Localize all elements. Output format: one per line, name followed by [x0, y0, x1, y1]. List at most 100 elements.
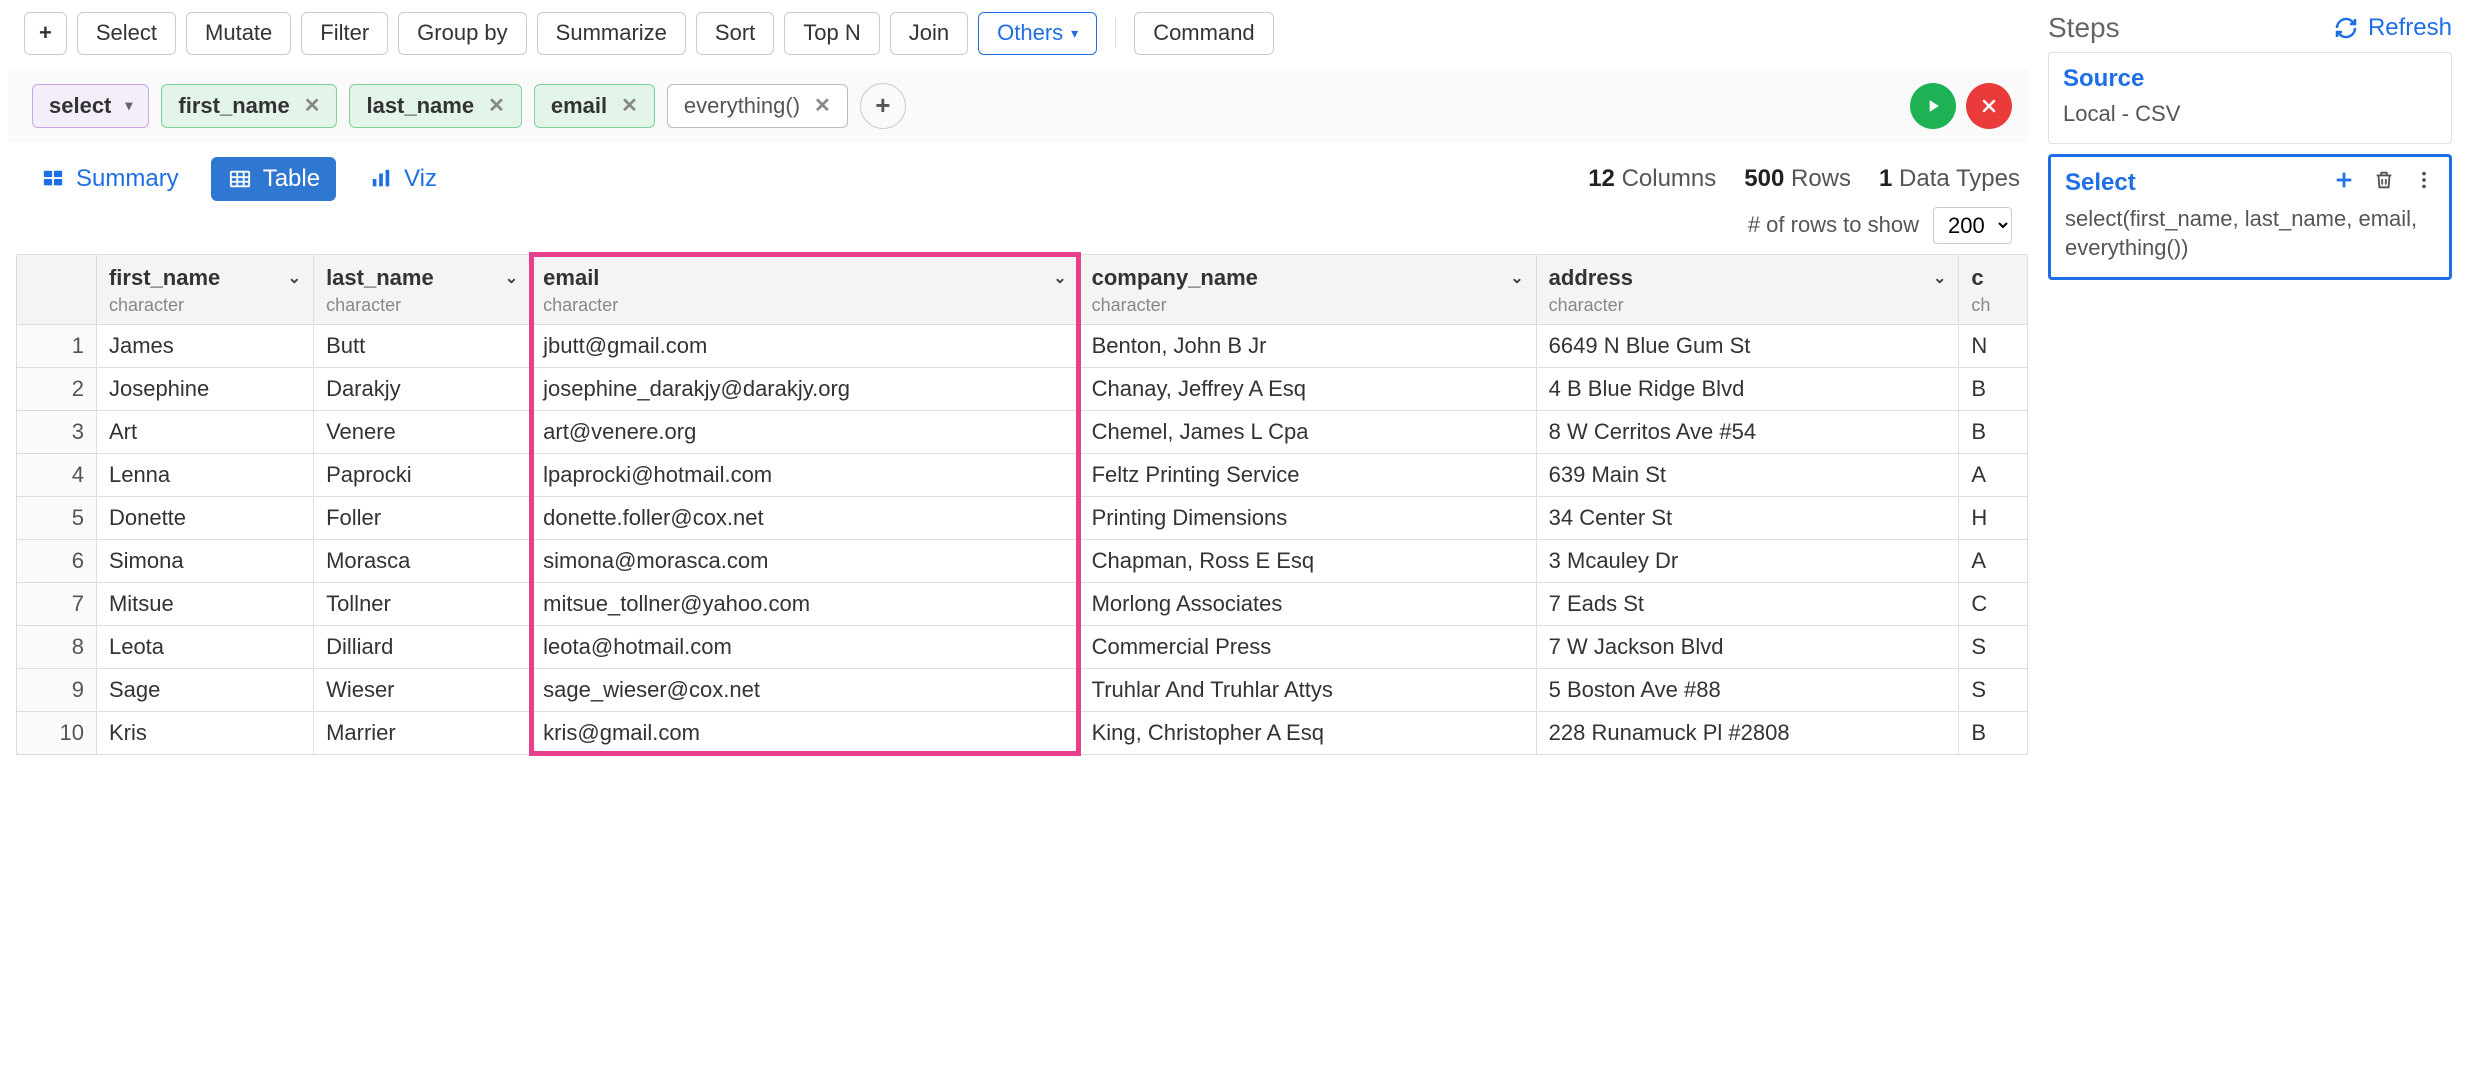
sort-button[interactable]: Sort [696, 12, 774, 55]
col-header-address[interactable]: address⌄ character [1536, 254, 1959, 324]
remove-icon[interactable]: ✕ [304, 93, 321, 118]
table-row: 6SimonaMorascasimona@morasca.comChapman,… [17, 539, 2028, 582]
cell-city: N [1959, 324, 2028, 367]
top-n-button[interactable]: Top N [784, 12, 879, 55]
remove-icon[interactable]: ✕ [814, 93, 831, 118]
chevron-down-icon[interactable]: ⌄ [1053, 268, 1066, 288]
refresh-label: Refresh [2368, 14, 2452, 42]
row-number: 8 [17, 625, 97, 668]
cell-first-name: Josephine [96, 367, 313, 410]
cell-company: Commercial Press [1079, 625, 1536, 668]
run-button[interactable] [1910, 83, 1956, 129]
row-number: 2 [17, 367, 97, 410]
verb-pill[interactable]: select ▾ [32, 84, 149, 128]
add-icon[interactable] [2333, 169, 2355, 198]
group-by-button[interactable]: Group by [398, 12, 527, 55]
cell-last-name: Marrier [314, 711, 531, 754]
table-row: 5DonetteFollerdonette.foller@cox.netPrin… [17, 496, 2028, 539]
chevron-down-icon[interactable]: ⌄ [505, 268, 518, 288]
step-select[interactable]: Select select(first_name, last_name, ema… [2048, 154, 2452, 280]
cell-first-name: Lenna [96, 453, 313, 496]
summarize-button[interactable]: Summarize [537, 12, 686, 55]
table-icon [227, 168, 253, 190]
step-subtitle: Local - CSV [2063, 99, 2437, 129]
cell-email: sage_wieser@cox.net [531, 668, 1079, 711]
add-step-button[interactable]: + [24, 12, 67, 55]
tab-viz[interactable]: Viz [352, 157, 453, 201]
cell-last-name: Paprocki [314, 453, 531, 496]
cell-city: B [1959, 367, 2028, 410]
remove-icon[interactable]: ✕ [488, 93, 505, 118]
others-dropdown[interactable]: Others ▾ [978, 12, 1097, 55]
cell-email: art@venere.org [531, 410, 1079, 453]
tab-label: Summary [76, 165, 179, 193]
mutate-button[interactable]: Mutate [186, 12, 291, 55]
cell-email: simona@morasca.com [531, 539, 1079, 582]
step-source[interactable]: Source Local - CSV [2048, 52, 2452, 144]
table-row: 4LennaPaprockilpaprocki@hotmail.comFeltz… [17, 453, 2028, 496]
rows-to-show-select[interactable]: 200 [1933, 207, 2012, 244]
cell-company: Feltz Printing Service [1079, 453, 1536, 496]
col-header-first-name[interactable]: first_name⌄ character [96, 254, 313, 324]
tab-summary[interactable]: Summary [24, 157, 195, 201]
tab-label: Table [263, 165, 320, 193]
cell-last-name: Foller [314, 496, 531, 539]
step-title-label: Select [2065, 169, 2136, 197]
row-number: 9 [17, 668, 97, 711]
table-row: 1JamesButtjbutt@gmail.comBenton, John B … [17, 324, 2028, 367]
cell-address: 7 Eads St [1536, 582, 1959, 625]
col-type: character [326, 295, 518, 316]
select-button[interactable]: Select [77, 12, 176, 55]
column-pill-email[interactable]: email ✕ [534, 84, 655, 128]
col-header-city-truncated[interactable]: c ch [1959, 254, 2028, 324]
cell-first-name: Mitsue [96, 582, 313, 625]
others-label: Others [997, 19, 1063, 48]
cell-city: S [1959, 625, 2028, 668]
join-button[interactable]: Join [890, 12, 968, 55]
cell-address: 5 Boston Ave #88 [1536, 668, 1959, 711]
cell-company: Chapman, Ross E Esq [1079, 539, 1536, 582]
cell-city: A [1959, 539, 2028, 582]
row-number: 3 [17, 410, 97, 453]
col-type: ch [1971, 295, 2015, 316]
cell-first-name: James [96, 324, 313, 367]
cell-company: Benton, John B Jr [1079, 324, 1536, 367]
filter-button[interactable]: Filter [301, 12, 388, 55]
refresh-icon [2334, 16, 2358, 40]
table-row: 2JosephineDarakjyjosephine_darakjy@darak… [17, 367, 2028, 410]
cell-city: H [1959, 496, 2028, 539]
column-pill-last-name[interactable]: last_name ✕ [349, 84, 521, 128]
table-row: 3ArtVenereart@venere.orgChemel, James L … [17, 410, 2028, 453]
cell-company: Morlong Associates [1079, 582, 1536, 625]
rows-to-show-label: # of rows to show [1748, 212, 1919, 238]
col-header-email[interactable]: email⌄ character [531, 254, 1079, 324]
column-pill-first-name[interactable]: first_name ✕ [161, 84, 337, 128]
cell-first-name: Donette [96, 496, 313, 539]
function-pill-label: everything() [684, 93, 800, 119]
col-header-last-name[interactable]: last_name⌄ character [314, 254, 531, 324]
chevron-down-icon[interactable]: ⌄ [1933, 268, 1946, 288]
data-stats: 12 Columns 500 Rows 1 Data Types [1588, 165, 2020, 193]
add-pill-button[interactable]: + [860, 83, 906, 129]
refresh-button[interactable]: Refresh [2334, 14, 2452, 42]
cancel-button[interactable] [1966, 83, 2012, 129]
row-number: 1 [17, 324, 97, 367]
col-header-company-name[interactable]: company_name⌄ character [1079, 254, 1536, 324]
cell-address: 8 W Cerritos Ave #54 [1536, 410, 1959, 453]
function-pill-everything[interactable]: everything() ✕ [667, 84, 848, 128]
cell-email: lpaprocki@hotmail.com [531, 453, 1079, 496]
tab-table[interactable]: Table [211, 157, 336, 201]
cell-first-name: Simona [96, 539, 313, 582]
caret-down-icon: ▾ [125, 97, 132, 114]
cell-email: donette.foller@cox.net [531, 496, 1079, 539]
command-button[interactable]: Command [1134, 12, 1273, 55]
col-type: character [543, 295, 1066, 316]
chevron-down-icon[interactable]: ⌄ [1510, 268, 1523, 288]
remove-icon[interactable]: ✕ [621, 93, 638, 118]
cell-email: mitsue_tollner@yahoo.com [531, 582, 1079, 625]
steps-title: Steps [2048, 12, 2120, 44]
more-icon[interactable] [2413, 169, 2435, 198]
table-row: 10KrisMarrierkris@gmail.comKing, Christo… [17, 711, 2028, 754]
trash-icon[interactable] [2373, 169, 2395, 198]
chevron-down-icon[interactable]: ⌄ [288, 268, 301, 288]
